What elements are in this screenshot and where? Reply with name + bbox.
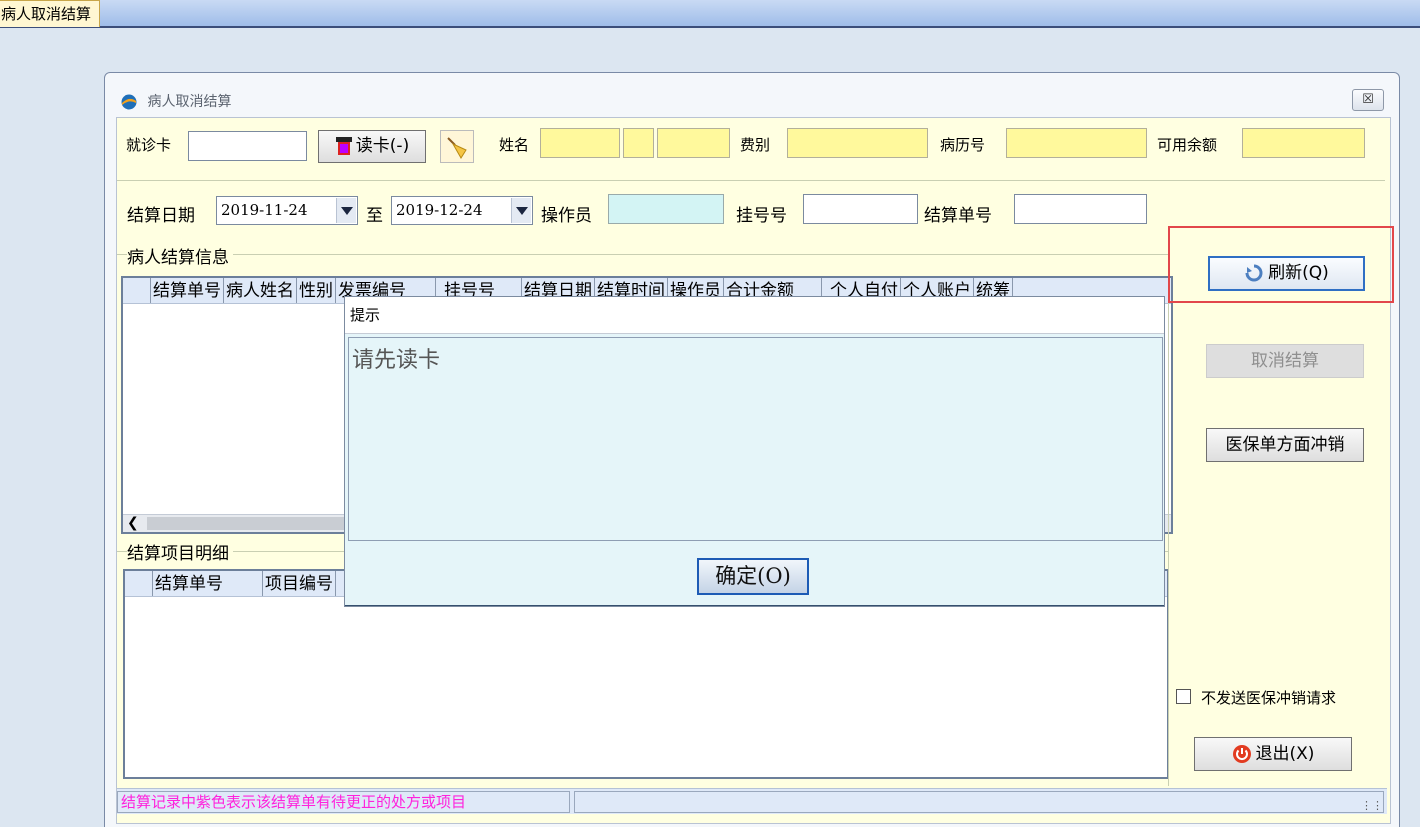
read-card-label: 读卡(-) — [355, 136, 410, 156]
column-header[interactable]: 病人姓名 — [224, 278, 297, 303]
date-to-select[interactable]: 2019-12-24 — [391, 196, 533, 225]
status-message: 结算记录中紫色表示该结算单有待更正的处方或项目 — [117, 791, 570, 813]
card-reader-icon — [335, 137, 352, 155]
cancel-settlement-button: 取消结算 — [1206, 344, 1364, 378]
column-header[interactable]: 结算单号 — [151, 278, 224, 303]
chevron-down-icon[interactable] — [336, 198, 356, 223]
top-tab-bar: 病人取消结算 — [0, 0, 1420, 28]
age-field[interactable] — [657, 128, 730, 158]
settle-no-label: 结算单号 — [924, 206, 992, 226]
operator-field[interactable] — [608, 194, 724, 224]
read-card-button[interactable]: 读卡(-) — [318, 130, 426, 163]
settle-no-input[interactable] — [1014, 194, 1147, 224]
to-label: 至 — [366, 206, 383, 226]
app-logo-icon — [121, 94, 137, 110]
close-icon: ☒ — [1362, 92, 1374, 107]
column-header[interactable]: 性别 — [297, 278, 336, 303]
window-close-button[interactable]: ☒ — [1352, 89, 1384, 111]
balance-label: 可用余额 — [1157, 136, 1218, 154]
prompt-dialog: 提示 请先读卡 确定(O) — [344, 296, 1165, 607]
exit-button[interactable]: 退出(X) — [1194, 737, 1352, 771]
cancel-settlement-label: 取消结算 — [1251, 351, 1319, 371]
sidebar-divider — [1168, 226, 1169, 786]
window-title: 病人取消结算 — [147, 94, 232, 110]
resize-grip-icon[interactable]: ⋮⋮ — [1361, 799, 1383, 812]
tab-label: 病人取消结算 — [1, 5, 92, 23]
patient-settlement-group-label: 病人结算信息 — [127, 243, 233, 268]
no-send-reversal-checkbox[interactable] — [1176, 689, 1191, 704]
clear-button[interactable] — [440, 130, 474, 163]
name-label: 姓名 — [499, 136, 530, 154]
status-bar: 结算记录中紫色表示该结算单有待更正的处方或项目 ⋮⋮ — [117, 788, 1387, 814]
record-no-label: 病历号 — [940, 136, 986, 154]
group-border — [117, 254, 1168, 255]
ok-button[interactable]: 确定(O) — [697, 558, 809, 595]
highlight-annotation — [1168, 226, 1394, 303]
status-pane — [574, 791, 1384, 813]
balance-field[interactable] — [1242, 128, 1365, 158]
fee-type-field[interactable] — [787, 128, 928, 158]
date-from-select[interactable]: 2019-11-24 — [216, 196, 358, 225]
operator-label: 操作员 — [541, 206, 592, 226]
record-no-field[interactable] — [1006, 128, 1147, 158]
dialog-title: 提示 — [345, 297, 1164, 334]
window-title-bar: 病人取消结算 — [121, 91, 231, 113]
no-send-reversal-label: 不发送医保冲销请求 — [1201, 689, 1337, 707]
reg-no-input[interactable] — [803, 194, 918, 224]
chevron-down-icon[interactable] — [511, 198, 531, 223]
insurance-reversal-button[interactable]: 医保单方面冲销 — [1206, 428, 1364, 462]
scroll-left-icon[interactable]: ❮ — [127, 515, 139, 531]
insurance-reversal-label: 医保单方面冲销 — [1225, 435, 1345, 455]
date-from-value: 2019-11-24 — [221, 201, 308, 219]
column-header[interactable]: 项目编号 — [263, 571, 336, 596]
tab-patient-cancel-settlement[interactable]: 病人取消结算 — [0, 0, 101, 27]
exit-label: 退出(X) — [1255, 744, 1315, 764]
card-label: 就诊卡 — [126, 136, 172, 154]
dialog-message: 请先读卡 — [348, 337, 1163, 541]
name-field[interactable] — [540, 128, 620, 158]
broom-icon — [447, 137, 467, 159]
fee-type-label: 费别 — [740, 136, 771, 154]
scroll-thumb[interactable] — [147, 517, 357, 530]
settlement-detail-group-label: 结算项目明细 — [127, 539, 233, 564]
column-header[interactable]: 结算单号 — [153, 571, 263, 596]
power-icon — [1232, 745, 1251, 763]
dialog-divider — [345, 605, 1164, 606]
reg-no-label: 挂号号 — [736, 206, 787, 226]
gender-field[interactable] — [623, 128, 654, 158]
card-input[interactable] — [188, 131, 307, 161]
divider — [117, 180, 1385, 181]
date-to-value: 2019-12-24 — [396, 201, 483, 219]
settle-date-label: 结算日期 — [127, 206, 195, 226]
